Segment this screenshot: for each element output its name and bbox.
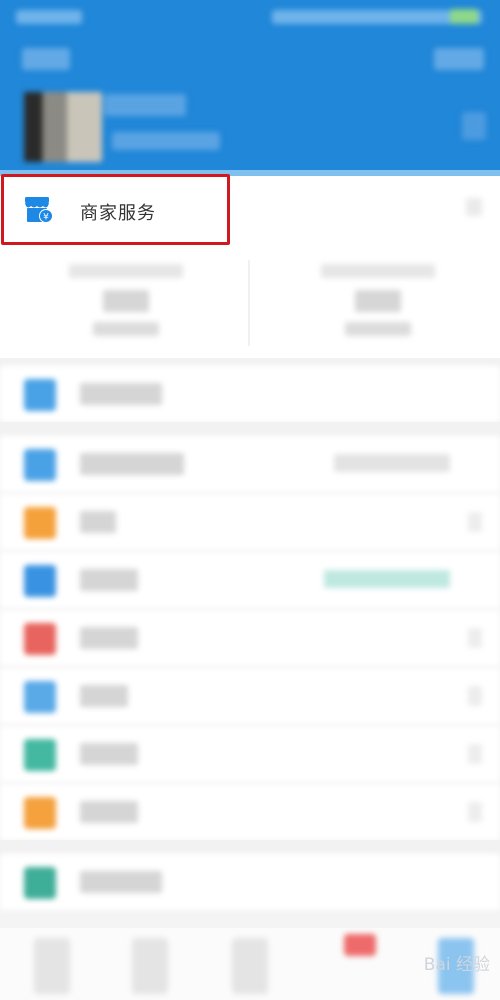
profile-header — [0, 0, 500, 172]
nav-tab-4[interactable] — [344, 934, 376, 956]
menu-icon-3 — [24, 507, 56, 539]
user-name — [104, 94, 186, 116]
menu-icon-6 — [24, 681, 56, 713]
profile-chevron-icon[interactable] — [462, 112, 486, 140]
stat-column-right[interactable] — [288, 264, 468, 344]
nav-tab-3[interactable] — [232, 938, 268, 994]
status-bar-time — [16, 10, 82, 24]
menu-icon-1 — [24, 379, 56, 411]
user-subtitle — [112, 132, 220, 150]
list-item[interactable] — [0, 784, 500, 840]
nav-tab-1[interactable] — [34, 938, 70, 994]
list-item[interactable] — [0, 552, 500, 608]
header-settings-button[interactable] — [434, 48, 484, 70]
merchant-chevron-icon — [466, 198, 482, 216]
list-item[interactable] — [0, 494, 500, 550]
menu-icon-8 — [24, 797, 56, 829]
menu-icon-4 — [24, 565, 56, 597]
menu-icon-7 — [24, 739, 56, 771]
avatar[interactable] — [24, 92, 102, 162]
header-left-button[interactable] — [22, 48, 70, 70]
list-item[interactable] — [0, 610, 500, 666]
list-item[interactable] — [0, 854, 500, 910]
list-item[interactable] — [0, 668, 500, 724]
highlight-box — [1, 174, 230, 245]
stats-divider — [248, 260, 250, 346]
list-item[interactable] — [0, 366, 500, 422]
watermark: Bai 经验 — [423, 955, 490, 975]
nav-tab-2[interactable] — [132, 938, 168, 994]
list-item[interactable] — [0, 436, 500, 492]
stats-panel — [0, 246, 500, 358]
stat-column-left[interactable] — [36, 264, 216, 344]
list-item[interactable] — [0, 726, 500, 782]
menu-icon-2 — [24, 449, 56, 481]
menu-icon-9 — [24, 867, 56, 899]
menu-icon-5 — [24, 623, 56, 655]
battery-icon — [450, 9, 478, 24]
